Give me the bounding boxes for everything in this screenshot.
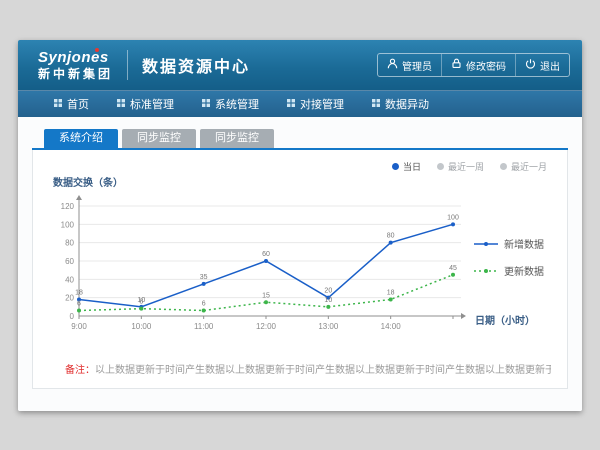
svg-text:120: 120 xyxy=(61,202,75,211)
svg-text:11:00: 11:00 xyxy=(194,322,214,331)
legend-label: 更新数据 xyxy=(504,263,544,278)
user-action-label: 退出 xyxy=(540,58,560,73)
app-header: Synjones 新中新集团 数据资源中心 管理员 修改密码 退出 xyxy=(18,40,582,90)
user-icon xyxy=(387,58,398,72)
svg-text:6: 6 xyxy=(77,301,81,308)
svg-text:6: 6 xyxy=(202,301,206,308)
logout-button[interactable]: 退出 xyxy=(515,54,569,76)
nav-item-system-management[interactable]: 系统管理 xyxy=(188,91,273,117)
grid-icon xyxy=(202,98,210,110)
svg-text:100: 100 xyxy=(61,220,75,229)
remark: 备注：以上数据更新于时间产生数据以上数据更新于时间产生数据以上数据更新于时间产生… xyxy=(65,361,551,376)
brand-logo: Synjones 新中新集团 xyxy=(38,50,113,80)
content-area: 系统介绍同步监控同步监控 当日最近一周最近一月 数据交换（条） 02040608… xyxy=(18,117,582,411)
svg-text:40: 40 xyxy=(65,275,74,284)
svg-text:60: 60 xyxy=(262,251,270,258)
svg-text:8: 8 xyxy=(139,299,143,306)
svg-text:60: 60 xyxy=(65,257,74,266)
tab-system-intro[interactable]: 系统介绍 xyxy=(44,129,118,148)
tab-bar: 系统介绍同步监控同步监控 xyxy=(44,129,582,148)
svg-text:35: 35 xyxy=(200,274,208,281)
legend-item-updated-data[interactable]: 更新数据 xyxy=(473,263,544,278)
admin-button[interactable]: 管理员 xyxy=(378,54,441,76)
svg-text:45: 45 xyxy=(449,265,457,272)
legend-dot-icon xyxy=(437,163,444,170)
user-action-label: 修改密码 xyxy=(466,58,506,73)
grid-icon xyxy=(372,98,380,110)
power-icon xyxy=(525,58,536,72)
nav-item-home[interactable]: 首页 xyxy=(40,91,103,117)
chart-legend: 新增数据更新数据 xyxy=(473,236,544,278)
svg-text:10:00: 10:00 xyxy=(131,322,152,331)
grid-icon xyxy=(54,98,62,110)
y-axis-label: 数据交换（条） xyxy=(53,174,123,189)
svg-text:20: 20 xyxy=(65,294,74,303)
x-axis-label: 日期（小时） xyxy=(475,312,535,327)
svg-text:10: 10 xyxy=(324,297,332,304)
svg-text:9:00: 9:00 xyxy=(71,322,87,331)
filter-last-week[interactable]: 最近一周 xyxy=(437,160,484,173)
grid-icon xyxy=(287,98,295,110)
svg-text:18: 18 xyxy=(387,290,395,297)
legend-label: 新增数据 xyxy=(504,236,544,251)
nav-item-label: 首页 xyxy=(67,96,89,112)
svg-text:18: 18 xyxy=(75,290,83,297)
nav-item-label: 系统管理 xyxy=(215,96,259,112)
nav-item-label: 标准管理 xyxy=(130,96,174,112)
main-nav: 首页 标准管理 系统管理 对接管理 数据异动 xyxy=(18,90,582,117)
filter-today[interactable]: 当日 xyxy=(392,160,421,173)
tab-sync-monitor-1[interactable]: 同步监控 xyxy=(122,129,196,148)
svg-text:80: 80 xyxy=(387,233,395,240)
brand-logo-subtext: 新中新集团 xyxy=(38,68,113,81)
user-actions-group: 管理员 修改密码 退出 xyxy=(377,53,570,77)
nav-item-label: 对接管理 xyxy=(300,96,344,112)
grid-icon xyxy=(117,98,125,110)
filter-label: 最近一月 xyxy=(511,160,547,173)
time-filter-legend: 当日 最近一周 最近一月 xyxy=(392,160,547,173)
logo-accent-dot xyxy=(95,48,99,52)
chart-panel: 当日 最近一周 最近一月 数据交换（条） 0 20 40 60 80 100 120 9:00 10… xyxy=(32,150,568,389)
svg-text:20: 20 xyxy=(324,288,332,295)
remark-text: 以上数据更新于时间产生数据以上数据更新于时间产生数据以上数据更新于时间产生数据以… xyxy=(95,365,551,376)
tab-sync-monitor-2[interactable]: 同步监控 xyxy=(200,129,274,148)
user-action-label: 管理员 xyxy=(402,58,432,73)
svg-text:15: 15 xyxy=(262,292,270,299)
legend-line-icon xyxy=(473,266,499,276)
lock-icon xyxy=(451,58,462,72)
legend-dot-icon xyxy=(392,163,399,170)
svg-text:80: 80 xyxy=(65,239,74,248)
app-window: Synjones 新中新集团 数据资源中心 管理员修改密码退出 首页标准管理系统… xyxy=(18,40,582,411)
svg-text:14:00: 14:00 xyxy=(381,322,402,331)
svg-text:12:00: 12:00 xyxy=(256,322,277,331)
header-divider xyxy=(127,50,128,80)
legend-line-icon xyxy=(473,239,499,249)
filter-label: 当日 xyxy=(403,160,421,173)
nav-item-data-change[interactable]: 数据异动 xyxy=(358,91,443,117)
legend-dot-icon xyxy=(500,163,507,170)
svg-text:0: 0 xyxy=(70,312,75,321)
nav-item-standard-management[interactable]: 标准管理 xyxy=(103,91,188,117)
nav-item-label: 数据异动 xyxy=(385,96,429,112)
brand-logo-text: Synjones xyxy=(38,50,113,66)
filter-last-month[interactable]: 最近一月 xyxy=(500,160,547,173)
legend-item-new-data[interactable]: 新增数据 xyxy=(473,236,544,251)
line-chart: 0 20 40 60 80 100 120 9:00 10:00 11:00 12:00 13:00 1… xyxy=(45,192,481,342)
svg-text:100: 100 xyxy=(447,214,459,221)
remark-prefix: 备注： xyxy=(65,365,95,376)
nav-item-interface-management[interactable]: 对接管理 xyxy=(273,91,358,117)
page-title: 数据资源中心 xyxy=(142,53,250,77)
change-password-button[interactable]: 修改密码 xyxy=(441,54,515,76)
filter-label: 最近一周 xyxy=(448,160,484,173)
svg-text:13:00: 13:00 xyxy=(318,322,339,331)
